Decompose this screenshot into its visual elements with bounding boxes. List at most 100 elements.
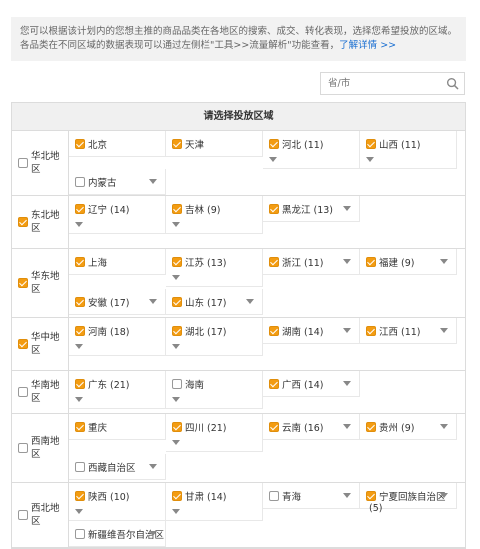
province-checkbox[interactable] <box>366 326 376 336</box>
province-item[interactable]: 安徽 (17) <box>69 289 166 315</box>
province-checkbox[interactable] <box>172 379 182 389</box>
chevron-down-icon[interactable] <box>440 259 448 264</box>
search-input[interactable] <box>321 73 443 94</box>
province-item[interactable]: 海南 <box>166 371 263 409</box>
province-checkbox[interactable] <box>172 422 182 432</box>
province-checkbox[interactable] <box>172 257 182 267</box>
province-checkbox[interactable] <box>75 491 85 501</box>
province-checkbox[interactable] <box>269 139 279 149</box>
province-checkbox[interactable] <box>75 204 85 214</box>
province-item[interactable]: 北京 <box>69 131 166 157</box>
province-checkbox[interactable] <box>269 326 279 336</box>
chevron-down-icon[interactable] <box>75 222 83 227</box>
province-checkbox[interactable] <box>75 462 85 472</box>
province-item[interactable]: 西藏自治区 <box>69 454 166 480</box>
province-item[interactable]: 天津 <box>166 131 263 157</box>
province-checkbox[interactable] <box>75 379 85 389</box>
chevron-down-icon[interactable] <box>172 222 180 227</box>
region-checkbox[interactable] <box>18 217 28 227</box>
search-icon[interactable] <box>446 77 459 90</box>
province-item[interactable]: 上海 <box>69 249 166 275</box>
province-checkbox[interactable] <box>172 491 182 501</box>
province-item[interactable]: 广西 (14) <box>263 371 360 397</box>
region-checkbox-cell[interactable]: 东北地区 <box>12 196 69 248</box>
province-item[interactable]: 甘肃 (14) <box>166 483 263 521</box>
province-item[interactable]: 山东 (17) <box>166 289 263 315</box>
province-item[interactable]: 江苏 (13) <box>166 249 263 287</box>
chevron-down-icon[interactable] <box>440 493 448 498</box>
chevron-down-icon[interactable] <box>75 397 83 402</box>
province-checkbox[interactable] <box>269 491 279 501</box>
chevron-down-icon[interactable] <box>440 424 448 429</box>
province-item[interactable]: 吉林 (9) <box>166 196 263 234</box>
region-checkbox[interactable] <box>18 158 28 168</box>
chevron-down-icon[interactable] <box>172 440 180 445</box>
chevron-down-icon[interactable] <box>440 328 448 333</box>
province-checkbox[interactable] <box>366 422 376 432</box>
chevron-down-icon[interactable] <box>343 493 351 498</box>
province-item[interactable]: 湖南 (14) <box>263 318 360 344</box>
chevron-down-icon[interactable] <box>343 206 351 211</box>
province-checkbox[interactable] <box>75 177 85 187</box>
province-item[interactable]: 辽宁 (14) <box>69 196 166 234</box>
province-checkbox[interactable] <box>172 204 182 214</box>
region-checkbox-cell[interactable]: 西南地区 <box>12 414 69 482</box>
chevron-down-icon[interactable] <box>149 464 157 469</box>
province-item[interactable]: 宁夏回族自治区(5) <box>360 483 457 514</box>
province-checkbox[interactable] <box>75 326 85 336</box>
region-checkbox[interactable] <box>18 339 28 349</box>
province-checkbox[interactable] <box>172 297 182 307</box>
province-checkbox[interactable] <box>269 422 279 432</box>
chevron-down-icon[interactable] <box>246 299 254 304</box>
province-item[interactable]: 四川 (21) <box>166 414 263 452</box>
province-checkbox[interactable] <box>75 139 85 149</box>
chevron-down-icon[interactable] <box>172 509 180 514</box>
chevron-down-icon[interactable] <box>172 344 180 349</box>
province-item[interactable]: 河南 (18) <box>69 318 166 356</box>
region-checkbox-cell[interactable]: 华中地区 <box>12 318 69 370</box>
province-checkbox[interactable] <box>366 139 376 149</box>
province-item[interactable]: 青海 <box>263 483 360 509</box>
province-item[interactable]: 新疆维吾尔自治区 <box>69 521 166 547</box>
learn-more-link[interactable]: 了解详情 >> <box>339 40 396 51</box>
chevron-down-icon[interactable] <box>343 328 351 333</box>
region-checkbox-cell[interactable]: 华南地区 <box>12 371 69 413</box>
province-checkbox[interactable] <box>75 297 85 307</box>
province-item[interactable]: 浙江 (11) <box>263 249 360 275</box>
province-item[interactable]: 广东 (21) <box>69 371 166 409</box>
region-checkbox[interactable] <box>18 443 28 453</box>
chevron-down-icon[interactable] <box>343 259 351 264</box>
province-item[interactable]: 陕西 (10) <box>69 483 166 521</box>
chevron-down-icon[interactable] <box>149 179 157 184</box>
province-item[interactable]: 河北 (11) <box>263 131 360 169</box>
chevron-down-icon[interactable] <box>343 381 351 386</box>
province-checkbox[interactable] <box>366 491 376 501</box>
province-item[interactable]: 湖北 (17) <box>166 318 263 356</box>
province-checkbox[interactable] <box>269 379 279 389</box>
province-item[interactable]: 江西 (11) <box>360 318 457 344</box>
chevron-down-icon[interactable] <box>75 509 83 514</box>
chevron-down-icon[interactable] <box>75 344 83 349</box>
chevron-down-icon[interactable] <box>269 157 277 162</box>
region-checkbox[interactable] <box>18 510 28 520</box>
region-checkbox-cell[interactable]: 华北地区 <box>12 131 69 195</box>
province-checkbox[interactable] <box>269 204 279 214</box>
region-checkbox-cell[interactable]: 西北地区 <box>12 483 69 547</box>
province-checkbox[interactable] <box>75 257 85 267</box>
province-checkbox[interactable] <box>172 139 182 149</box>
region-checkbox[interactable] <box>18 278 28 288</box>
province-item[interactable]: 福建 (9) <box>360 249 457 275</box>
province-item[interactable]: 云南 (16) <box>263 414 360 440</box>
province-item[interactable]: 黑龙江 (13) <box>263 196 360 222</box>
region-checkbox-cell[interactable]: 华东地区 <box>12 249 69 317</box>
chevron-down-icon[interactable] <box>172 275 180 280</box>
province-checkbox[interactable] <box>75 529 85 539</box>
chevron-down-icon[interactable] <box>149 299 157 304</box>
chevron-down-icon[interactable] <box>149 531 157 536</box>
province-item[interactable]: 内蒙古 <box>69 169 166 195</box>
province-checkbox[interactable] <box>366 257 376 267</box>
province-checkbox[interactable] <box>172 326 182 336</box>
chevron-down-icon[interactable] <box>343 424 351 429</box>
chevron-down-icon[interactable] <box>172 397 180 402</box>
province-item[interactable]: 山西 (11) <box>360 131 457 169</box>
